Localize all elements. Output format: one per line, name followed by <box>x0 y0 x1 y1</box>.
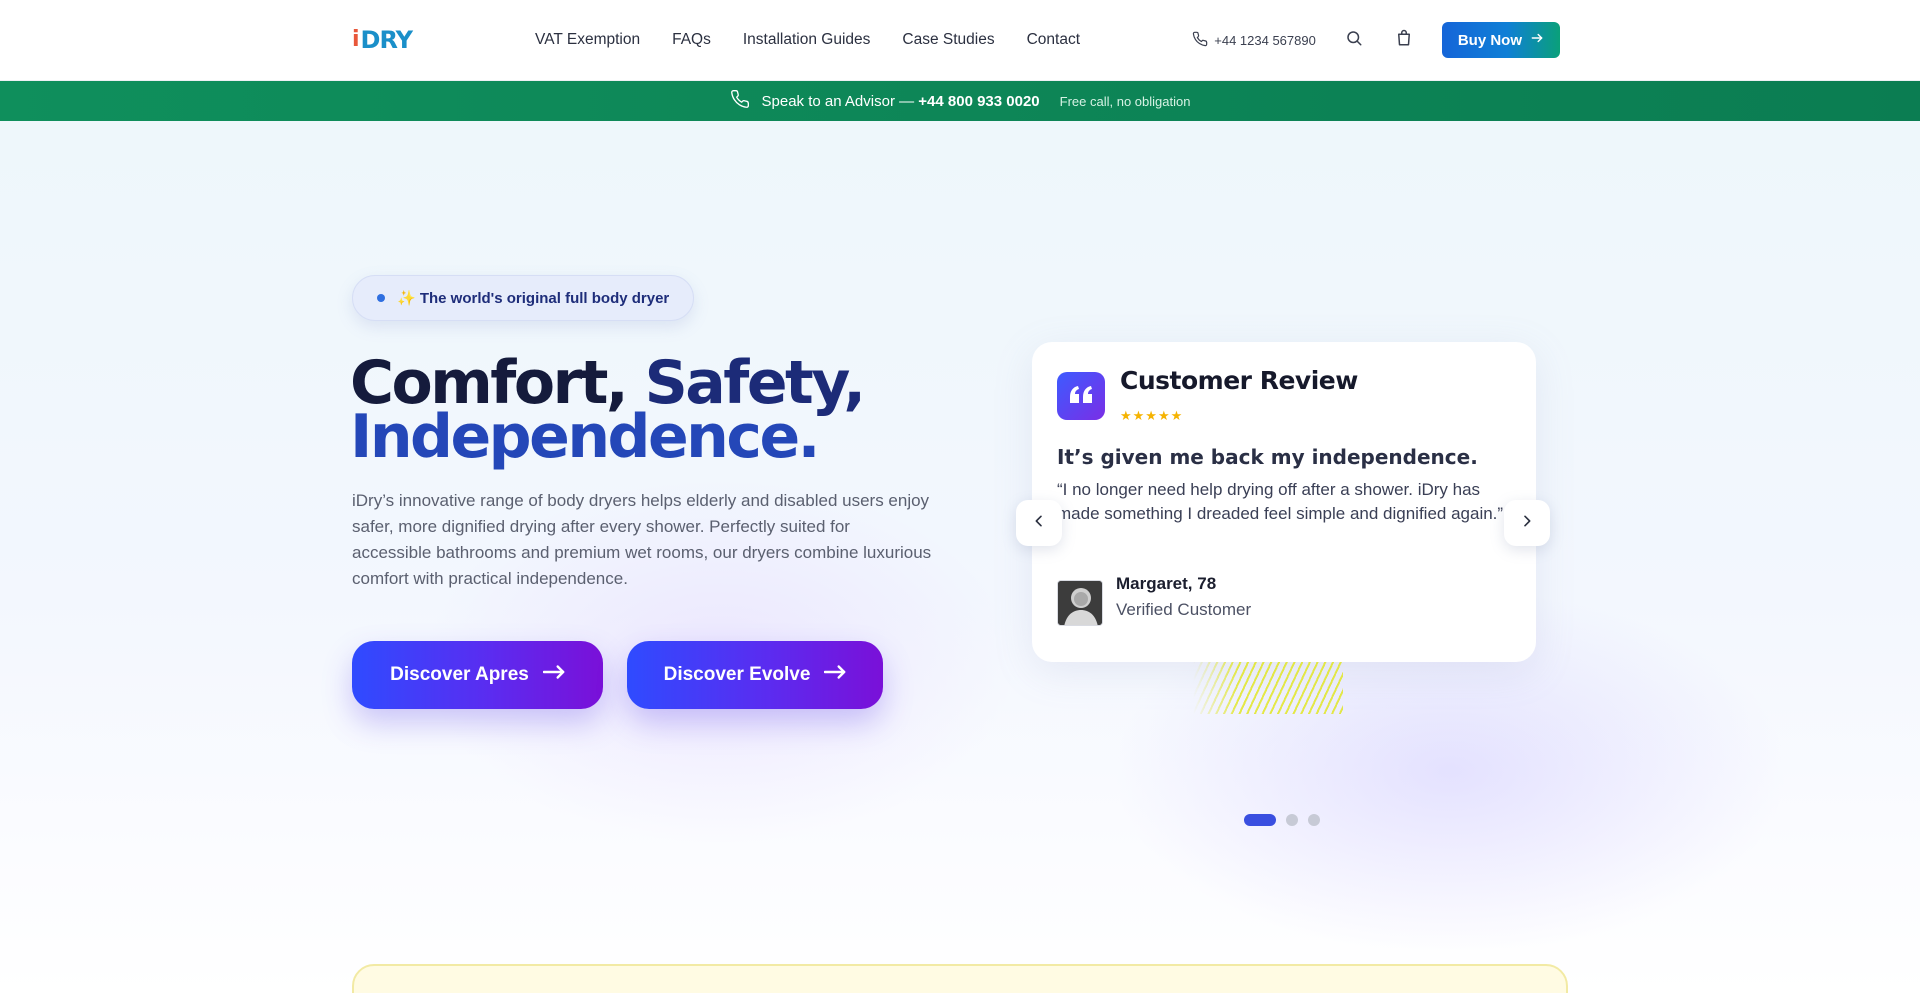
quote-icon <box>1057 372 1105 420</box>
arrow-right-icon <box>542 664 565 686</box>
logo-mark: i <box>352 27 360 52</box>
idry-logo[interactable]: i DRY <box>352 26 413 54</box>
site-header: i DRY VAT Exemption FAQs Installation Gu… <box>0 0 1920 81</box>
arrow-right-icon <box>824 664 846 686</box>
buy-now-button[interactable]: Buy Now <box>1441 22 1560 58</box>
discover-evolve-label: Discover Evolve <box>663 664 811 685</box>
chevron-left-icon <box>1031 513 1047 534</box>
nav-link-contact[interactable]: Contact <box>1027 31 1080 49</box>
header-phone-link[interactable]: +44 1234 567890 <box>1192 31 1316 50</box>
header-actions: +44 1234 567890 Buy Now <box>1192 0 1560 80</box>
advisor-label: Speak to an Advisor — <box>761 92 915 110</box>
shopping-bag-icon <box>1395 29 1413 52</box>
carousel-next-button[interactable] <box>1504 500 1550 546</box>
carousel-dot-3[interactable] <box>1308 814 1320 826</box>
nav-link-case-studies[interactable]: Case Studies <box>902 31 994 49</box>
main-nav: VAT Exemption FAQs Installation Guides C… <box>535 0 1080 80</box>
review-card-title: Customer Review <box>1120 366 1358 395</box>
review-headline: It’s given me back my independence. <box>1057 445 1478 469</box>
advisor-bar: Speak to an Advisor — +44 800 933 0020 F… <box>0 81 1920 121</box>
cart-button[interactable] <box>1392 28 1416 52</box>
carousel-pagination <box>1244 814 1320 826</box>
hero-section: ✨ The world's original full body dryer C… <box>0 121 1920 993</box>
carousel-dot-2[interactable] <box>1286 814 1298 826</box>
next-section-card <box>352 964 1568 993</box>
carousel-dot-1[interactable] <box>1244 814 1276 826</box>
hero-headline: Comfort, Safety, Independence. <box>350 353 910 467</box>
chevron-right-icon <box>1519 513 1535 534</box>
carousel-prev-button[interactable] <box>1016 500 1062 546</box>
tagline-pill: ✨ The world's original full body dryer <box>352 275 695 321</box>
advisor-call-link[interactable]: Speak to an Advisor — +44 800 933 0020 <box>762 93 1040 110</box>
tagline-text: ✨ The world's original full body dryer <box>397 290 670 307</box>
headline-word-independence: Independence. <box>350 402 820 472</box>
phone-icon <box>730 89 750 114</box>
star-rating: ★★★★★ <box>1120 408 1184 423</box>
buy-now-label: Buy Now <box>1457 31 1522 49</box>
arrow-right-icon <box>1530 31 1544 49</box>
search-icon <box>1345 29 1363 52</box>
reviewer-role: Verified Customer <box>1116 600 1252 619</box>
advisor-subtext: Free call, no obligation <box>1059 93 1191 109</box>
header-phone-number: +44 1234 567890 <box>1214 32 1316 48</box>
search-button[interactable] <box>1342 28 1366 52</box>
review-quote: “I no longer need help drying off after … <box>1057 480 1504 523</box>
hero-description: iDry’s innovative range of body dryers h… <box>352 491 932 588</box>
discover-apres-label: Discover Apres <box>390 664 529 685</box>
phone-icon <box>1192 31 1208 50</box>
reviewer-name: Margaret, 78 <box>1116 574 1217 593</box>
pill-dot <box>377 294 385 302</box>
reviewer-avatar <box>1057 580 1103 626</box>
discover-evolve-button[interactable]: Discover Evolve <box>627 641 883 709</box>
nav-link-vat-exemption[interactable]: VAT Exemption <box>535 31 640 49</box>
discover-apres-button[interactable]: Discover Apres <box>352 641 603 709</box>
advisor-phone-number: +44 800 933 0020 <box>918 92 1040 110</box>
logo-wordmark: DRY <box>360 26 413 54</box>
decorative-hatch-pattern <box>1193 662 1343 714</box>
customer-review-card: Customer Review ★★★★★ It’s given me back… <box>1032 342 1536 662</box>
nav-link-installation-guides[interactable]: Installation Guides <box>743 31 871 49</box>
nav-link-faqs[interactable]: FAQs <box>672 31 711 49</box>
